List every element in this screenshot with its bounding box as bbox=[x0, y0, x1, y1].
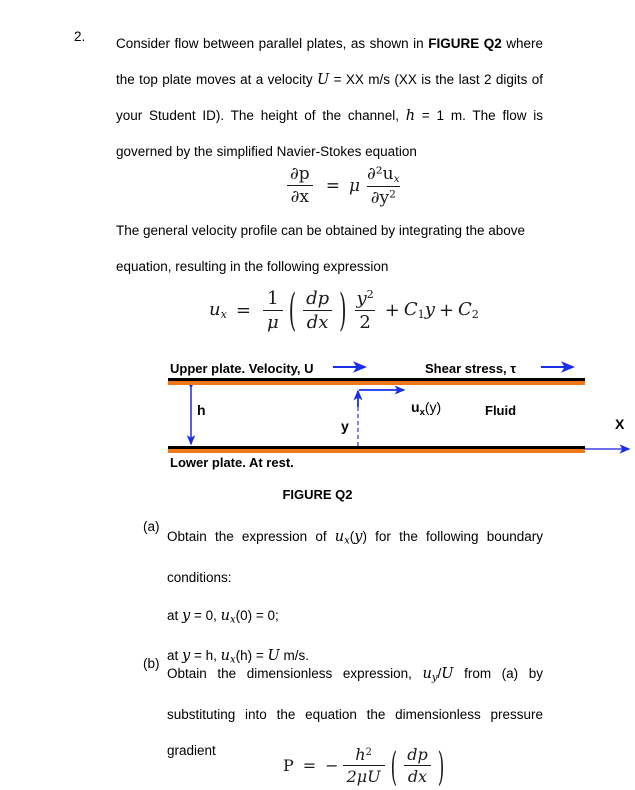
question-number: 2. bbox=[74, 29, 86, 44]
vp-c1: C1y bbox=[403, 299, 435, 322]
pg-den: 2μU bbox=[342, 765, 385, 786]
upper-plate-label: Upper plate. Velocity, U bbox=[170, 361, 314, 376]
ns-mu: μ bbox=[348, 175, 360, 196]
vp-f3-den: 2 bbox=[355, 310, 375, 333]
lower-plate-orange-band bbox=[168, 449, 585, 453]
mid-paragraph: The general velocity profile can be obta… bbox=[116, 213, 568, 285]
vp-f2-den: dx bbox=[302, 310, 333, 333]
part-b-line: Obtain the dimensionless expression, uy/… bbox=[167, 666, 544, 684]
ns-rhs-den: ∂y2 bbox=[366, 185, 400, 208]
pg-num: h2 bbox=[355, 745, 372, 764]
figure-caption: FIGURE Q2 bbox=[282, 487, 353, 502]
equation-pressure-gradient: P = − h2 2μU ( dp dx ) bbox=[283, 742, 447, 789]
fluid-label: Fluid bbox=[485, 403, 517, 418]
pg-equals: = bbox=[302, 756, 317, 775]
equation-navier-stokes: ∂p ∂x = μ ∂²ux ∂y2 bbox=[283, 164, 407, 208]
channel-height-label: h bbox=[197, 402, 206, 418]
mid-line: equation, resulting in the following exp… bbox=[116, 259, 389, 274]
x-axis-label: X bbox=[615, 416, 625, 432]
figure-arrows-svg bbox=[186, 361, 631, 454]
intro-line: your Student ID). The height of the chan… bbox=[116, 108, 544, 124]
pg-lhs: P bbox=[283, 756, 294, 775]
ux-label: ux(y) bbox=[411, 399, 442, 418]
equation-velocity-profile: ux = 1 μ ( dp dx ) y2 2 + C1y + C2 bbox=[209, 285, 479, 337]
ns-lhs-num: ∂p bbox=[290, 164, 310, 185]
vp-c2: C2 bbox=[458, 299, 479, 322]
vp-f3-num: y2 bbox=[356, 288, 374, 309]
figure-q2-diagram: Upper plate. Velocity, U Shear stress, τ… bbox=[0, 355, 635, 475]
part-a-line: Obtain the expression of ux(y) for the f… bbox=[167, 529, 543, 547]
pg-minus: − bbox=[325, 756, 339, 775]
vp-f2-num: dp bbox=[306, 288, 330, 309]
vp-plus-2: + bbox=[438, 300, 455, 321]
part-a-body: Obtain the expression of ux(y) for the f… bbox=[167, 519, 543, 679]
document-page: 2. Consider flow between parallel plates… bbox=[0, 0, 635, 790]
part-b-marker: (b) bbox=[143, 656, 160, 671]
vp-equals: = bbox=[235, 300, 251, 321]
question-intro-paragraph: Consider flow between parallel plates, a… bbox=[116, 26, 543, 170]
paren-close: ) bbox=[339, 284, 347, 337]
upper-plate bbox=[168, 378, 585, 385]
vp-f1-num: 1 bbox=[267, 288, 279, 309]
part-a: (a) Obtain the expression of ux(y) for t… bbox=[143, 519, 543, 679]
part-a-marker: (a) bbox=[143, 519, 160, 534]
shear-stress-label: Shear stress, τ bbox=[425, 361, 517, 376]
lower-plate-label: Lower plate. At rest. bbox=[170, 455, 294, 470]
part-a-line: conditions: bbox=[167, 569, 232, 585]
intro-line: the top plate moves at a velocity U = XX… bbox=[116, 72, 543, 88]
pg-paren-close: ) bbox=[437, 742, 445, 789]
lower-plate bbox=[168, 446, 585, 453]
ns-rhs-num: ∂²ux bbox=[367, 164, 400, 185]
intro-line: Consider flow between parallel plates, a… bbox=[116, 36, 543, 51]
mid-line: The general velocity profile can be obta… bbox=[116, 223, 526, 238]
upper-plate-orange-band bbox=[168, 381, 585, 385]
vp-plus-1: + bbox=[384, 300, 400, 321]
ns-lhs-den: ∂x bbox=[286, 185, 314, 207]
paren-open: ( bbox=[288, 284, 297, 337]
boundary-condition: at y = 0, ux(0) = 0; bbox=[167, 607, 279, 626]
vp-f1-den: μ bbox=[262, 310, 283, 333]
vp-lhs: ux bbox=[209, 299, 227, 322]
pg-paren-open: ( bbox=[390, 742, 398, 789]
y-axis-label: y bbox=[341, 418, 349, 434]
part-b-line: substituting into the equation the dimen… bbox=[167, 706, 543, 722]
pg-p-den: dx bbox=[403, 765, 432, 786]
pg-p-num: dp bbox=[407, 745, 428, 764]
ns-equals: = bbox=[325, 175, 340, 196]
